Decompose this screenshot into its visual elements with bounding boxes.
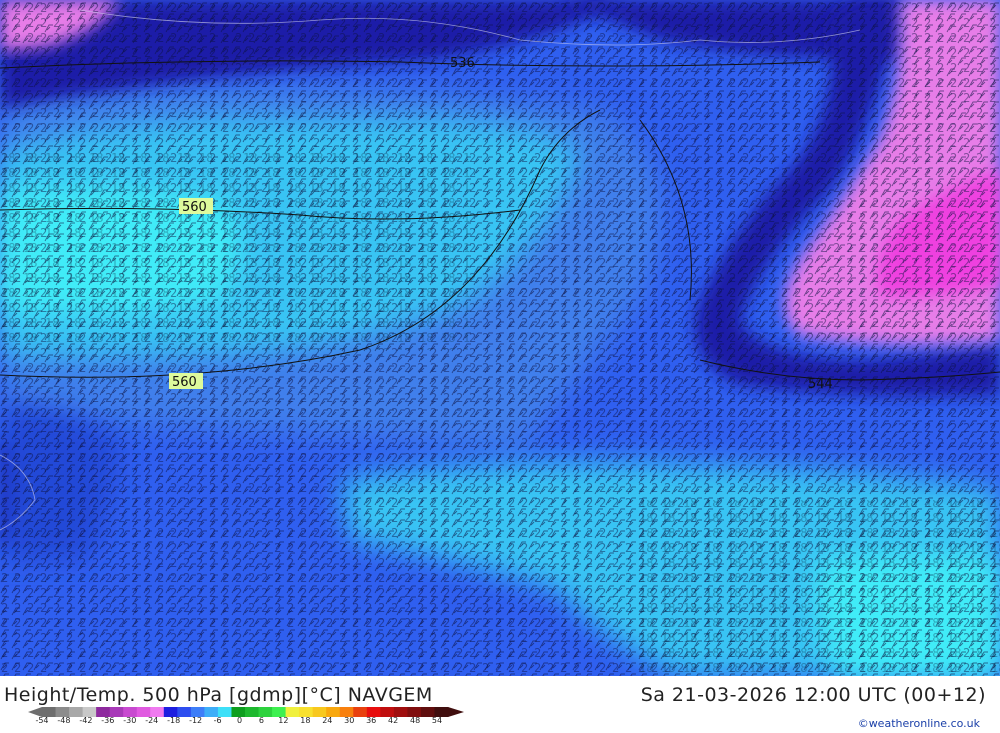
contour-label-544: 544: [808, 377, 833, 392]
legend-tick-label: 6: [259, 716, 264, 725]
site-credit-link[interactable]: ©weatheronline.co.uk: [858, 717, 980, 730]
legend-tick-label: -18: [167, 716, 180, 725]
legend-tick-label: -6: [214, 716, 222, 725]
contour-label-560-lower-text: 560: [172, 375, 197, 390]
cold-digit-overlay-west: [0, 150, 470, 350]
contour-label-560-lower: 560: [169, 373, 203, 390]
legend-tick-label: 24: [322, 716, 332, 725]
color-scale-legend: -54 -48 -42 -36 -30 -24 -18 -12 -6 0 6 12 18 24 30 36 42…: [28, 707, 464, 725]
legend-tick-label: -36: [101, 716, 114, 725]
contour-label-544-text: 544: [808, 377, 833, 392]
legend-tick-label: -54: [35, 716, 48, 725]
contour-label-560-upper: 560: [179, 198, 213, 215]
forecast-datetime: Sa 21-03-2026 12:00 UTC (00+12): [640, 684, 986, 706]
map-footer: Height/Temp. 500 hPa [gdmp][°C] NAVGEM S…: [0, 676, 1000, 733]
legend-tick-label: 12: [278, 716, 288, 725]
legend-tick-label: 48: [410, 716, 420, 725]
contour-label-560-upper-text: 560: [182, 200, 207, 215]
legend-tick-label: 30: [344, 716, 354, 725]
legend-tick-label: -12: [189, 716, 202, 725]
map-title: Height/Temp. 500 hPa [gdmp][°C] NAVGEM: [4, 684, 433, 706]
cold-digit-overlay-south: [640, 500, 1000, 676]
contour-label-536-text: 536: [450, 56, 475, 71]
legend-tick-label: -30: [123, 716, 136, 725]
legend-tick-label: -48: [57, 716, 70, 725]
legend-arrow-high: [448, 707, 464, 717]
legend-tick-label: 0: [237, 716, 242, 725]
legend-swatch: [245, 707, 260, 717]
legend-tick-label: -24: [145, 716, 158, 725]
contour-label-536: 536: [450, 56, 475, 71]
legend-tick-label: 18: [300, 716, 310, 725]
legend-tick-label: 54: [432, 716, 442, 725]
legend-tick-label: 36: [366, 716, 376, 725]
legend-tick-label: -42: [79, 716, 92, 725]
legend-tick-label: 42: [388, 716, 398, 725]
weather-map: 2 18 536 560: [0, 0, 1000, 676]
